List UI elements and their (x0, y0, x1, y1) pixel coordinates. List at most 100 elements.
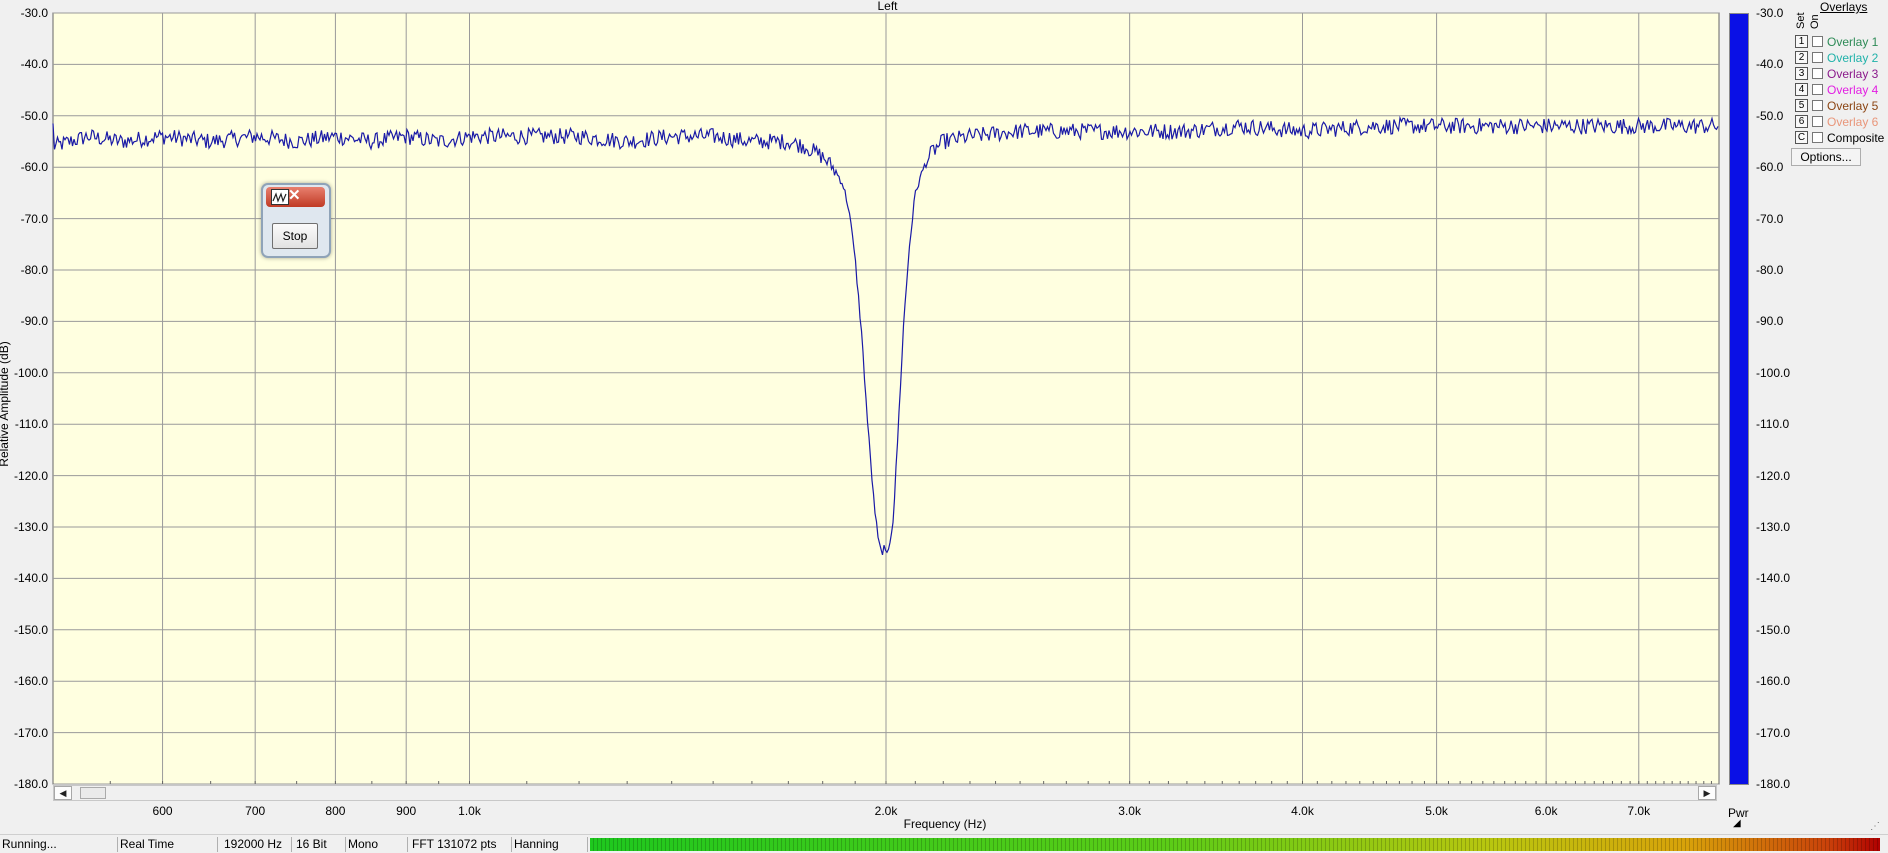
overlay-label: Overlay 4 (1827, 83, 1879, 97)
overlay-on-checkbox[interactable] (1812, 68, 1823, 79)
power-tick-label: -80.0 (1756, 263, 1784, 277)
overlay-label: Composite (1827, 131, 1885, 145)
y-tick-label: -180.0 (13, 777, 48, 791)
overlay-label: Overlay 1 (1827, 35, 1879, 49)
x-tick-label: 3.0k (1118, 804, 1141, 818)
y-tick-label: -140.0 (13, 571, 48, 586)
power-tick-label: -60.0 (1756, 160, 1784, 175)
input-level-meter (590, 838, 1880, 851)
overlay-row: 4 Overlay 4 (1795, 82, 1888, 98)
y-tick-label: -110.0 (14, 417, 48, 432)
overlay-on-checkbox[interactable] (1812, 36, 1823, 47)
y-tick-label: -170.0 (13, 725, 48, 740)
status-channels: Mono (346, 837, 408, 852)
close-icon[interactable]: ✕ (288, 186, 301, 204)
overlay-set-button[interactable]: 5 (1795, 99, 1808, 112)
status-window-function: Hanning (512, 837, 588, 852)
y-tick-label: -90.0 (20, 314, 48, 329)
x-tick-label: 800 (325, 804, 346, 818)
overlay-row: C Composite (1795, 130, 1888, 146)
overlay-on-checkbox[interactable] (1812, 132, 1823, 143)
y-tick-label: -100.0 (13, 365, 48, 380)
power-tick-label: -150.0 (1756, 622, 1791, 637)
x-tick-label: 7.0k (1627, 804, 1651, 818)
scroll-left-button[interactable]: ◀ (54, 786, 72, 800)
options-button[interactable]: Options... (1791, 148, 1861, 166)
overlay-row: 3 Overlay 3 (1795, 66, 1888, 82)
overlay-row: 2 Overlay 2 (1795, 50, 1888, 66)
overlay-on-checkbox[interactable] (1812, 84, 1823, 95)
status-mode: Real Time (118, 837, 218, 852)
overlay-on-checkbox[interactable] (1812, 100, 1823, 111)
arrow-left-icon: ◀ (59, 788, 67, 798)
overlay-on-checkbox[interactable] (1812, 116, 1823, 127)
power-tick-label: -90.0 (1756, 314, 1784, 329)
x-tick-label: 2.0k (874, 804, 898, 818)
waveform-icon (271, 189, 289, 205)
x-tick-label: 900 (396, 804, 417, 818)
overlay-row: 5 Overlay 5 (1795, 98, 1888, 114)
overlay-row: 6 Overlay 6 (1795, 114, 1888, 130)
scroll-thumb[interactable] (80, 787, 106, 799)
overlay-set-button[interactable]: 4 (1795, 83, 1808, 96)
overlay-set-button[interactable]: 1 (1795, 35, 1808, 48)
stop-button[interactable]: Stop (272, 223, 318, 249)
y-tick-label: -30.0 (20, 6, 48, 20)
x-tick-label: 5.0k (1425, 804, 1448, 818)
x-tick-label: 1.0k (458, 804, 481, 818)
x-axis-title: Frequency (Hz) (903, 817, 987, 831)
on-column-header: On (1809, 14, 1821, 29)
status-bar: Running... Real Time 192000 Hz 16 Bit Mo… (0, 834, 1888, 853)
status-state: Running... (0, 837, 118, 852)
power-tick-label: -50.0 (1756, 108, 1784, 123)
overlay-label: Overlay 5 (1827, 99, 1879, 113)
spectrum-plot[interactable] (0, 0, 1888, 834)
spectrum-analyzer-window: Left Relative Amplitude (dB) -30.0 -40.0-… (0, 0, 1888, 853)
power-tick-label: -140.0 (1756, 571, 1791, 586)
y-tick-label: -80.0 (20, 263, 48, 277)
power-tick-label: -40.0 (1756, 57, 1784, 72)
y-tick-label: -40.0 (20, 57, 48, 72)
x-tick-label: 700 (245, 804, 266, 818)
y-tick-label: -70.0 (20, 211, 48, 226)
power-tick-label: -100.0 (1756, 365, 1791, 380)
power-tick-label: -70.0 (1756, 211, 1784, 226)
overlay-on-checkbox[interactable] (1812, 52, 1823, 63)
y-tick-label: -60.0 (20, 160, 48, 175)
x-tick-label: 600 (152, 804, 173, 818)
scroll-right-button[interactable]: ▶ (1698, 786, 1716, 800)
power-tick-label: -170.0 (1756, 725, 1791, 740)
y-tick-label: -50.0 (20, 108, 48, 123)
y-tick-label: -150.0 (13, 622, 48, 637)
window-grip-icon[interactable]: ⋰ (1870, 822, 1880, 832)
overlay-label: Overlay 3 (1827, 67, 1879, 81)
x-tick-label: 4.0k (1291, 804, 1314, 818)
overlays-title: Overlays (1820, 0, 1868, 14)
power-tick-label: -120.0 (1756, 468, 1791, 483)
status-bit-depth: 16 Bit (294, 837, 346, 852)
x-tick-label: 6.0k (1534, 804, 1558, 818)
status-sample-rate: 192000 Hz (222, 837, 292, 852)
power-tick-label: -160.0 (1756, 674, 1791, 689)
power-tick-label: -180.0 (1756, 777, 1791, 791)
overlay-set-button[interactable]: 2 (1795, 51, 1808, 64)
y-tick-label: -160.0 (13, 674, 48, 689)
resize-grip-icon[interactable]: ◢ (1733, 819, 1741, 829)
y-tick-label: -130.0 (13, 520, 48, 534)
horizontal-scrollbar[interactable]: ◀ ▶ (53, 785, 1717, 801)
status-fft-size: FFT 131072 pts (410, 837, 512, 852)
overlay-row: 1 Overlay 1 (1795, 34, 1888, 50)
overlay-label: Overlay 6 (1827, 115, 1879, 129)
overlay-label: Overlay 2 (1827, 51, 1879, 65)
stop-dialog[interactable]: ✕ Stop (261, 183, 331, 258)
power-level-bar (1729, 13, 1749, 785)
y-tick-label: -120.0 (13, 468, 48, 483)
power-tick-label: -30.0 (1756, 6, 1784, 20)
overlay-set-button[interactable]: 6 (1795, 115, 1808, 128)
set-column-header: Set (1795, 12, 1807, 29)
overlay-set-button[interactable]: C (1795, 131, 1808, 144)
power-tick-label: -110.0 (1756, 417, 1790, 432)
arrow-right-icon: ▶ (1703, 788, 1711, 798)
overlay-set-button[interactable]: 3 (1795, 67, 1808, 80)
power-tick-label: -130.0 (1756, 520, 1791, 534)
